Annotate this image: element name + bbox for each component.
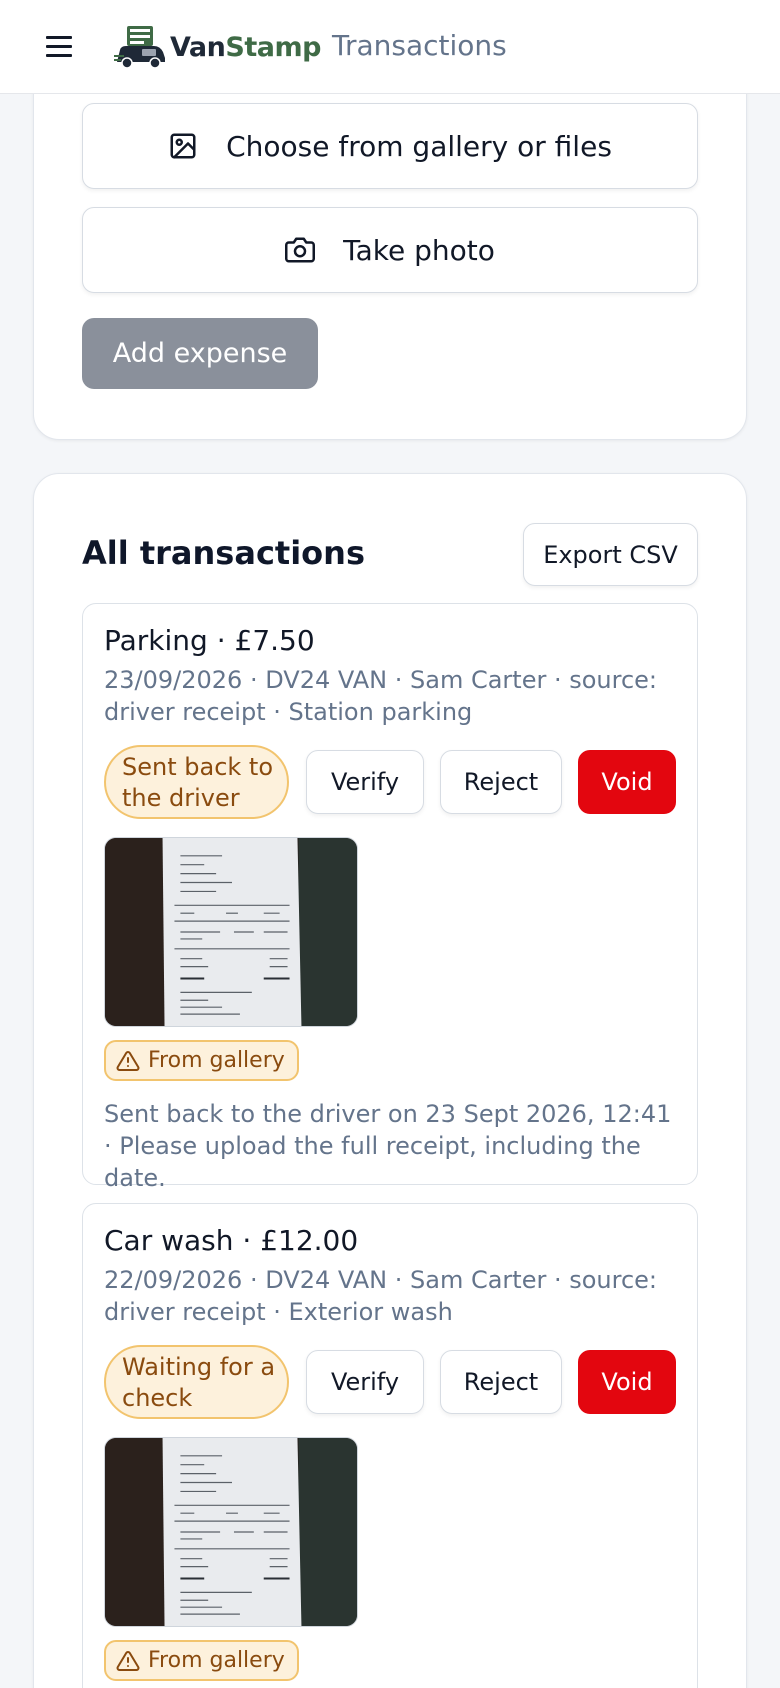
transaction-title: Parking · £7.50 [104, 624, 315, 657]
gallery-button-label: Choose from gallery or files [226, 129, 612, 163]
status-badge: Sent back to the driver [104, 745, 289, 819]
source-badge: From gallery [104, 1640, 299, 1681]
source-badge-label: From gallery [148, 1648, 285, 1673]
receipt-thumbnail[interactable] [104, 837, 358, 1027]
transaction-meta: 23/09/2026 · DV24 VAN · Sam Carter · sou… [104, 666, 657, 726]
page-title: Transactions [332, 29, 507, 62]
transaction-note: Sent back to the driver on 23 Sept 2026,… [104, 1100, 672, 1192]
transaction-item: Parking · £7.50 23/09/2026 · DV24 VAN · … [82, 603, 698, 1192]
void-button[interactable]: Void [578, 1350, 676, 1414]
void-button[interactable]: Void [578, 750, 676, 814]
add-expense-button[interactable]: Add expense [82, 318, 318, 389]
reject-button[interactable]: Reject [440, 750, 562, 814]
source-badge-label: From gallery [148, 1048, 285, 1073]
logo-text: VanStamp [170, 31, 321, 63]
verify-button[interactable]: Verify [306, 750, 424, 814]
receipt-image [105, 1438, 357, 1626]
receipt-thumbnail[interactable] [104, 1437, 358, 1627]
export-csv-button[interactable]: Export CSV [523, 523, 698, 586]
status-badge: Waiting for a check [104, 1345, 289, 1419]
hamburger-icon[interactable] [44, 33, 76, 61]
app-logo[interactable]: VanStamp [114, 24, 321, 70]
take-photo-label: Take photo [343, 233, 495, 267]
van-stamp-logo-icon [114, 26, 165, 69]
top-bar: VanStamp Transactions [0, 0, 780, 94]
warning-icon [116, 1650, 140, 1671]
verify-button[interactable]: Verify [306, 1350, 424, 1414]
image-icon [170, 133, 196, 159]
take-photo-button[interactable]: Take photo [82, 207, 698, 293]
transaction-title: Car wash · £12.00 [104, 1224, 359, 1257]
warning-icon [116, 1050, 140, 1071]
choose-from-gallery-button[interactable]: Choose from gallery or files [82, 103, 698, 189]
source-badge: From gallery [104, 1040, 299, 1081]
receipt-image [105, 838, 357, 1026]
camera-icon [285, 237, 316, 263]
transaction-meta: 22/09/2026 · DV24 VAN · Sam Carter · sou… [104, 1266, 657, 1326]
transaction-item: Car wash · £12.00 22/09/2026 · DV24 VAN … [82, 1203, 698, 1688]
reject-button[interactable]: Reject [440, 1350, 562, 1414]
transactions-heading: All transactions [82, 534, 365, 572]
